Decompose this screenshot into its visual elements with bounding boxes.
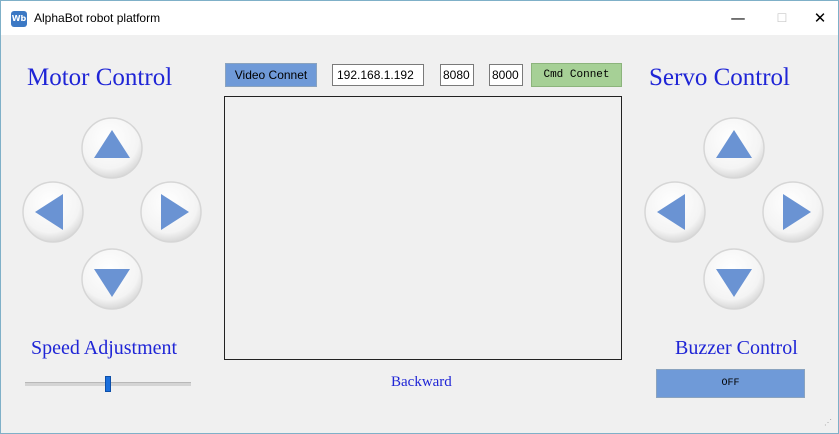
app-logo-icon: Wb [11, 11, 27, 27]
title-bar: Wb AlphaBot robot platform — ☐ ✕ [1, 1, 838, 35]
close-button[interactable]: ✕ [807, 7, 833, 29]
video-display [224, 96, 622, 360]
app-window: Wb AlphaBot robot platform — ☐ ✕ Motor C… [0, 0, 839, 434]
window-title: AlphaBot robot platform [34, 11, 161, 25]
minimize-button[interactable]: — [725, 7, 751, 29]
cmd-port-field[interactable]: 8000 [489, 64, 523, 86]
cmd-connect-button[interactable]: Cmd Connet [531, 63, 622, 87]
servo-left-button[interactable] [643, 180, 707, 244]
video-port-field[interactable]: 8080 [440, 64, 474, 86]
ip-address-field[interactable]: 192.168.1.192 [332, 64, 424, 86]
servo-control-heading: Servo Control [649, 64, 790, 91]
motor-control-heading: Motor Control [27, 64, 173, 91]
servo-up-button[interactable] [702, 116, 766, 180]
motor-right-button[interactable] [139, 180, 203, 244]
motor-down-button[interactable] [80, 247, 144, 311]
resize-grip-icon[interactable]: ⋰ [824, 418, 832, 427]
servo-down-button[interactable] [702, 247, 766, 311]
motor-up-button[interactable] [80, 116, 144, 180]
buzzer-toggle-button[interactable]: OFF [656, 369, 805, 398]
servo-right-button[interactable] [761, 180, 825, 244]
status-label: Backward [391, 374, 452, 390]
motor-left-button[interactable] [21, 180, 85, 244]
buzzer-control-heading: Buzzer Control [675, 337, 798, 359]
video-connect-button[interactable]: Video Connet [225, 63, 317, 87]
speed-slider-thumb[interactable] [105, 376, 111, 392]
speed-adjustment-heading: Speed Adjustment [31, 337, 178, 359]
maximize-button[interactable]: ☐ [769, 7, 795, 29]
